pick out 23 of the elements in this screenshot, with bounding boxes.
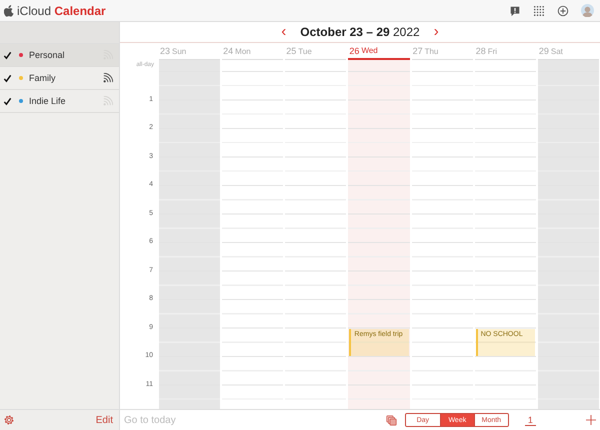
- add-icon[interactable]: [586, 415, 596, 425]
- calendar-item[interactable]: Personal: [0, 44, 119, 67]
- settings-icon[interactable]: [3, 414, 15, 426]
- calendar-item[interactable]: Indie Life: [0, 90, 119, 113]
- checkmark-icon[interactable]: [3, 50, 12, 60]
- stacked-calendars-icon[interactable]: [386, 414, 397, 426]
- apps-grid-icon[interactable]: [533, 4, 545, 16]
- previous-week-button[interactable]: ‹: [279, 25, 288, 39]
- checkmark-icon[interactable]: [3, 74, 12, 82]
- broadcast-icon[interactable]: [103, 73, 113, 83]
- app-title: iCloud Calendar: [17, 4, 106, 18]
- inbox-button[interactable]: 1: [524, 414, 536, 426]
- edit-button[interactable]: Edit: [96, 414, 113, 426]
- apple-logo-icon: [4, 4, 14, 16]
- week-range-title: October 23 – 29 2022: [300, 25, 420, 39]
- calendar-name: Personal: [29, 50, 66, 60]
- add-circle-icon[interactable]: [557, 4, 569, 16]
- checkmark-icon[interactable]: [3, 96, 12, 106]
- calendar-item[interactable]: Family: [0, 67, 119, 90]
- next-week-button[interactable]: ›: [432, 25, 441, 39]
- calendar-name: Family: [29, 73, 56, 83]
- feedback-icon[interactable]: [509, 4, 521, 16]
- calendar-name: Indie Life: [29, 96, 67, 106]
